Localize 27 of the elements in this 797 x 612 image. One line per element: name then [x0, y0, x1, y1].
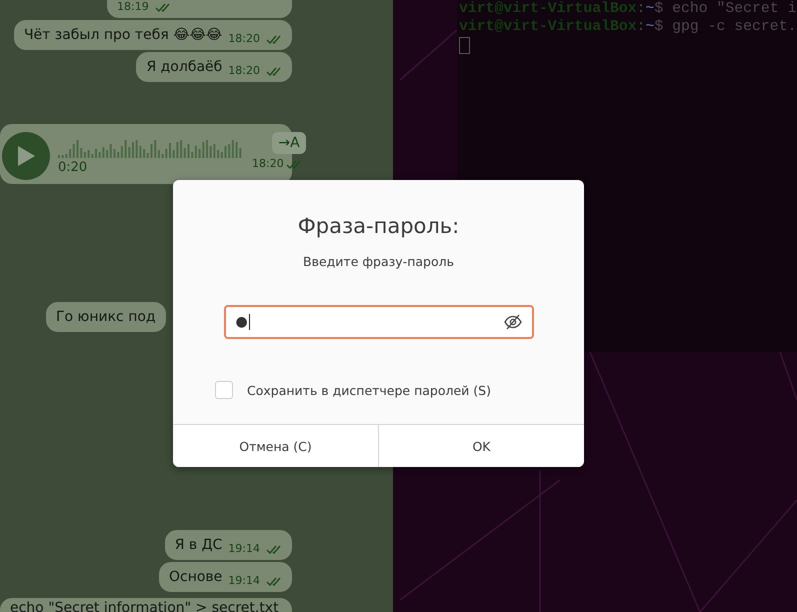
dialog-title: Фраза-пароль:	[298, 213, 460, 240]
eye-slash-icon[interactable]	[504, 314, 522, 330]
terminal-cursor	[459, 37, 470, 54]
message-time: 19:14	[228, 575, 260, 587]
password-field[interactable]: ●	[224, 305, 534, 339]
play-button[interactable]	[2, 132, 50, 180]
terminal-line: virt@virt-VirtualBox:~$ gpg -c secret.	[459, 18, 796, 36]
terminal-line: virt@virt-VirtualBox:~$ echo "Secret i	[459, 0, 796, 18]
message-text: Основе	[168, 568, 222, 587]
message-time: 18:20	[228, 65, 260, 77]
play-icon	[16, 145, 36, 167]
message-text: Я долбаёб	[146, 58, 222, 77]
message-time: 19:14	[228, 543, 260, 555]
dialog-button[interactable]: Отмена (C)	[173, 425, 378, 467]
dialog-button[interactable]: OK	[378, 425, 584, 467]
message-time: 18:20	[228, 33, 260, 45]
transcribe-button[interactable]: →A	[272, 132, 306, 154]
dialog-message: Введите фразу-пароль	[303, 254, 454, 270]
checkbox-label[interactable]: Сохранить в диспетчере паролей (S)	[247, 382, 491, 398]
checkbox[interactable]	[215, 381, 233, 399]
message-text: Го юникс под	[56, 308, 156, 327]
voice-duration: 0:20	[58, 160, 88, 175]
message-text: Я в ДС	[174, 536, 222, 555]
message-time: 18:20	[252, 158, 284, 170]
message-time: 18:19	[117, 1, 149, 13]
message-text: echo "Secret information" > secret.txt	[10, 599, 279, 612]
message-text: Чёт забыл про тебя 😂😂😂	[24, 26, 222, 45]
